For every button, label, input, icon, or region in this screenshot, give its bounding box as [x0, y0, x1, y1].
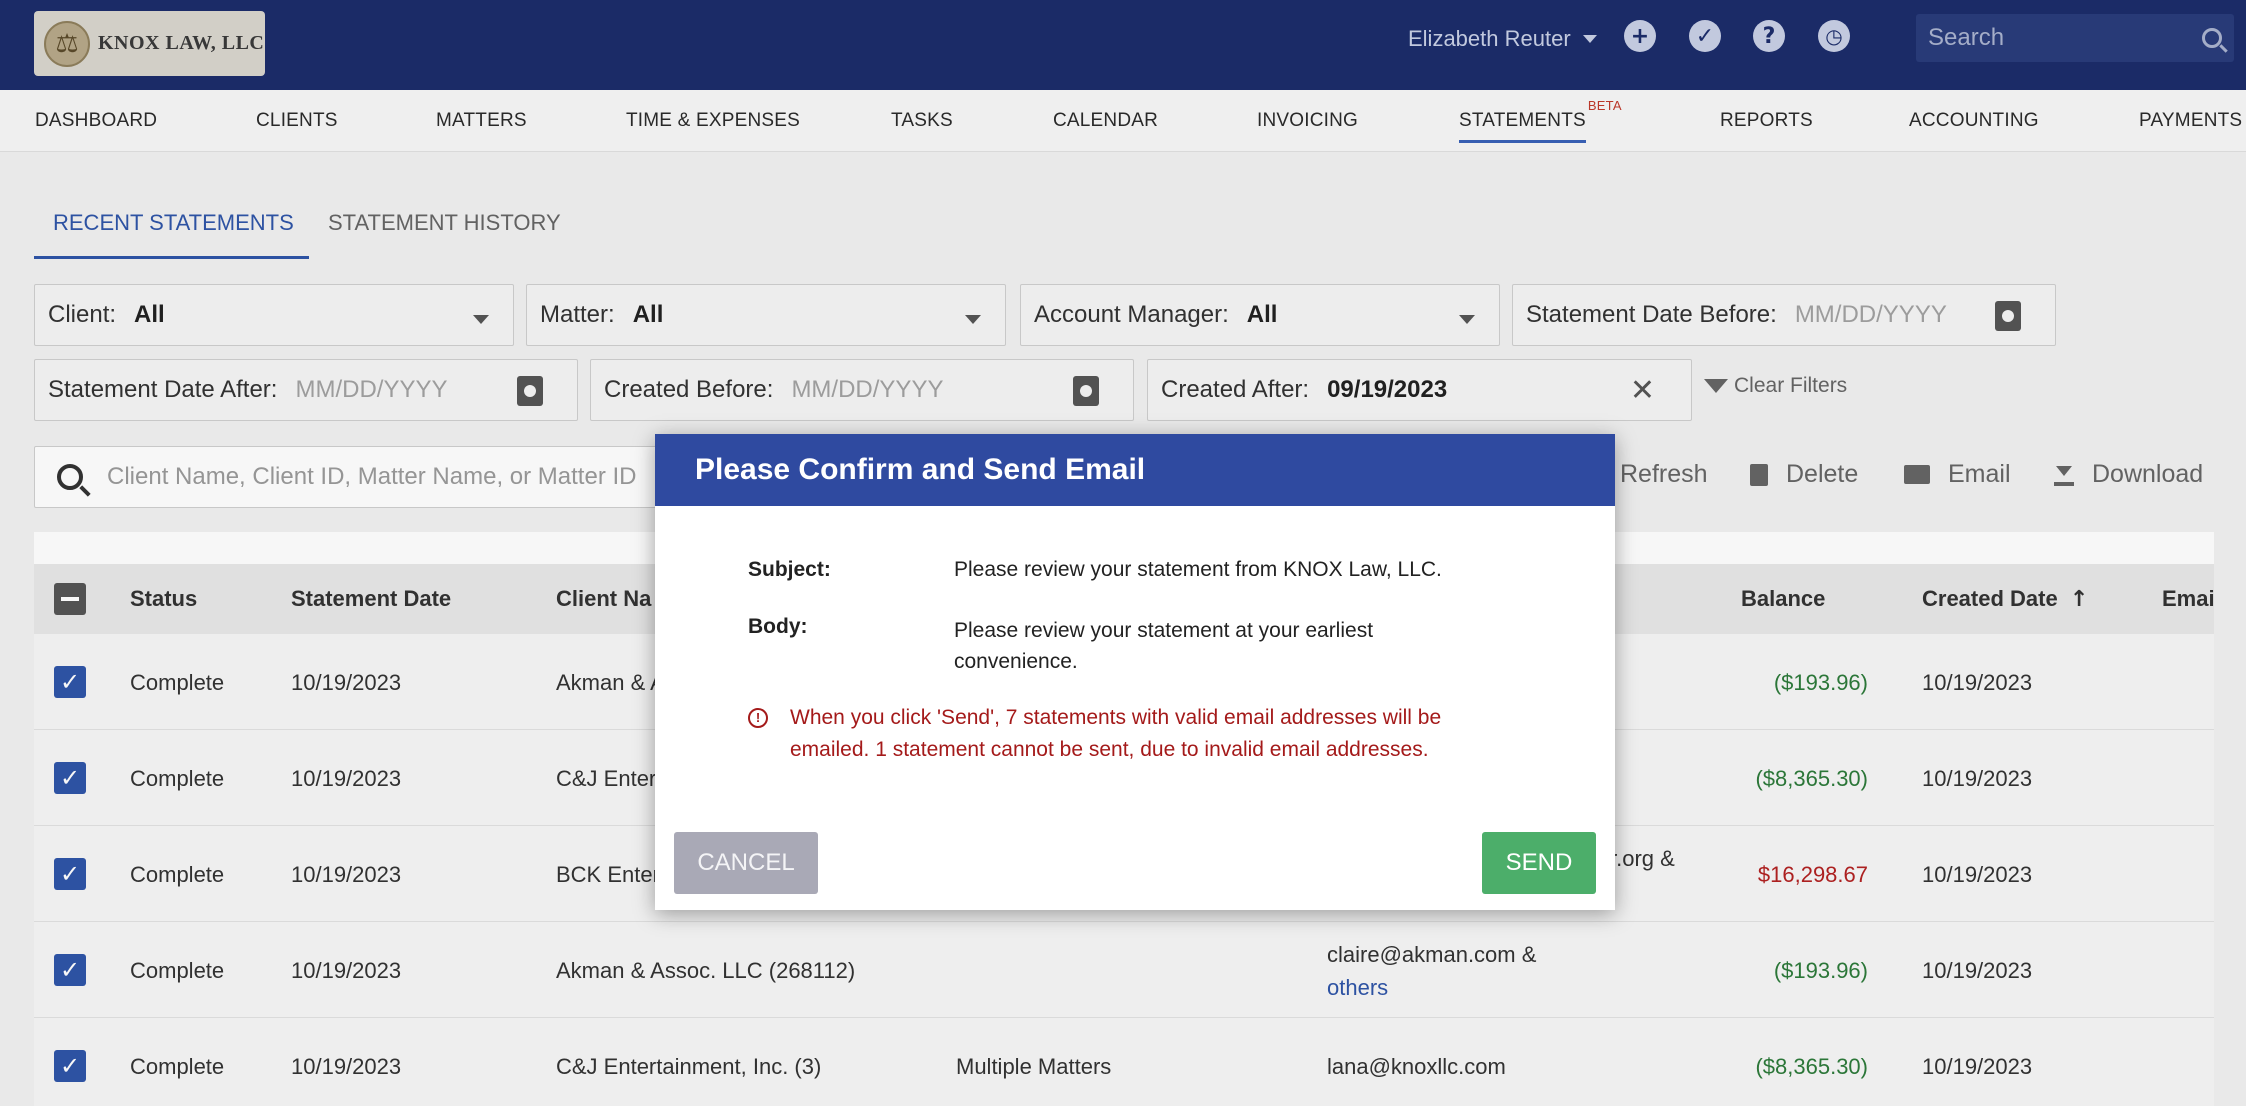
confirm-send-email-dialog: Please Confirm and Send Email Subject: P… [655, 434, 1615, 910]
body-label: Body: [748, 615, 808, 638]
warning-line: emailed. 1 statement cannot be sent, due… [790, 738, 1429, 761]
cancel-button[interactable]: CANCEL [674, 832, 818, 894]
subject-label: Subject: [748, 558, 831, 581]
warning-line: When you click 'Send', 7 statements with… [790, 706, 1442, 729]
body-line: Please review your statement at your ear… [954, 619, 1374, 642]
alert-icon: ! [748, 708, 768, 728]
subject-value: Please review your statement from KNOX L… [954, 558, 1442, 581]
warning-message: ! When you click 'Send', 7 statements wi… [748, 702, 1441, 766]
dialog-title: Please Confirm and Send Email [655, 434, 1615, 506]
send-button[interactable]: SEND [1482, 832, 1596, 894]
body-line: convenience. [954, 650, 1078, 673]
body-value: Please review your statement at your ear… [954, 615, 1373, 677]
